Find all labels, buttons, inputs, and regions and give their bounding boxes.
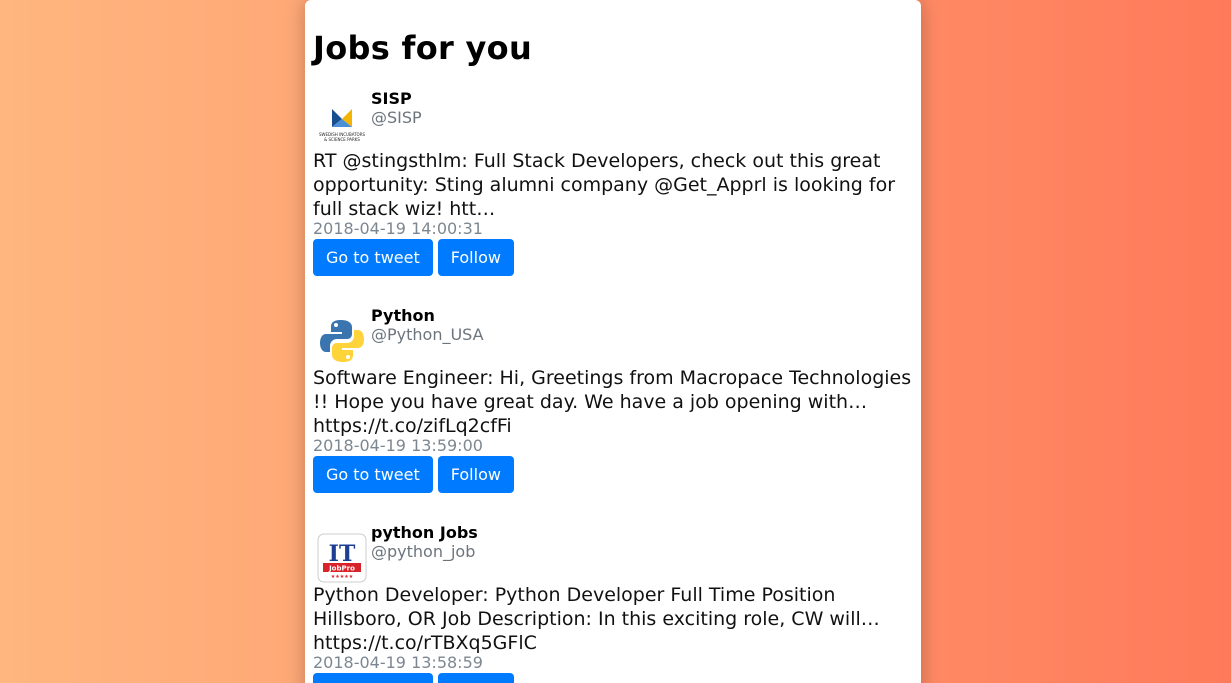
it-jobpro-logo-icon[interactable]: IT JobPro ★★★★★ [317,533,367,583]
tweet-date: 2018-04-19 13:59:00 [313,436,483,455]
tweet-header: Python @Python_USA [313,306,913,366]
tweet-author-handle: @Python_USA [371,325,484,344]
follow-button[interactable]: Follow [437,673,514,683]
tweet-author-handle: @python_job [371,542,476,561]
follow-button[interactable]: Follow [437,239,514,276]
tweet-actions: Go to tweet Follow [313,673,514,683]
tweet-author-name: SISP [371,89,412,108]
go-to-tweet-button[interactable]: Go to tweet [313,456,433,493]
go-to-tweet-button[interactable]: Go to tweet [313,239,433,276]
page-title: Jobs for you [313,29,533,67]
follow-button[interactable]: Follow [437,456,514,493]
tweet-header: IT JobPro ★★★★★ python Jobs @python_job [313,523,913,583]
tweet-author-handle: @SISP [371,108,422,127]
tweet-date: 2018-04-19 14:00:31 [313,219,483,238]
tweet-date: 2018-04-19 13:58:59 [313,653,483,672]
tweet-item: IT JobPro ★★★★★ python Jobs @python_job … [313,523,913,683]
tweet-item: SWEDISH INCUBATORS & SCIENCE PARKS SISP … [313,89,913,276]
tweet-actions: Go to tweet Follow [313,239,514,276]
jobs-card: Jobs for you SWEDISH INCUBATORS & SCIENC… [305,0,921,683]
svg-text:& SCIENCE PARKS: & SCIENCE PARKS [324,137,360,142]
tweet-author-name: Python [371,306,435,325]
svg-text:JobPro: JobPro [328,565,355,573]
tweet-text: Software Engineer: Hi, Greetings from Ma… [313,367,912,437]
tweet-author-name: python Jobs [371,523,478,542]
sisp-logo-icon[interactable]: SWEDISH INCUBATORS & SCIENCE PARKS [317,99,367,149]
tweet-text: RT @stingsthlm: Full Stack Developers, c… [313,150,896,220]
tweet-actions: Go to tweet Follow [313,456,514,493]
tweet-header: SWEDISH INCUBATORS & SCIENCE PARKS SISP … [313,89,913,149]
go-to-tweet-button[interactable]: Go to tweet [313,673,433,683]
svg-text:★★★★★: ★★★★★ [331,574,354,580]
python-logo-icon[interactable] [317,316,367,366]
tweet-text: Python Developer: Python Developer Full … [313,584,880,654]
tweet-item: Python @Python_USA Software Engineer: Hi… [313,306,913,493]
